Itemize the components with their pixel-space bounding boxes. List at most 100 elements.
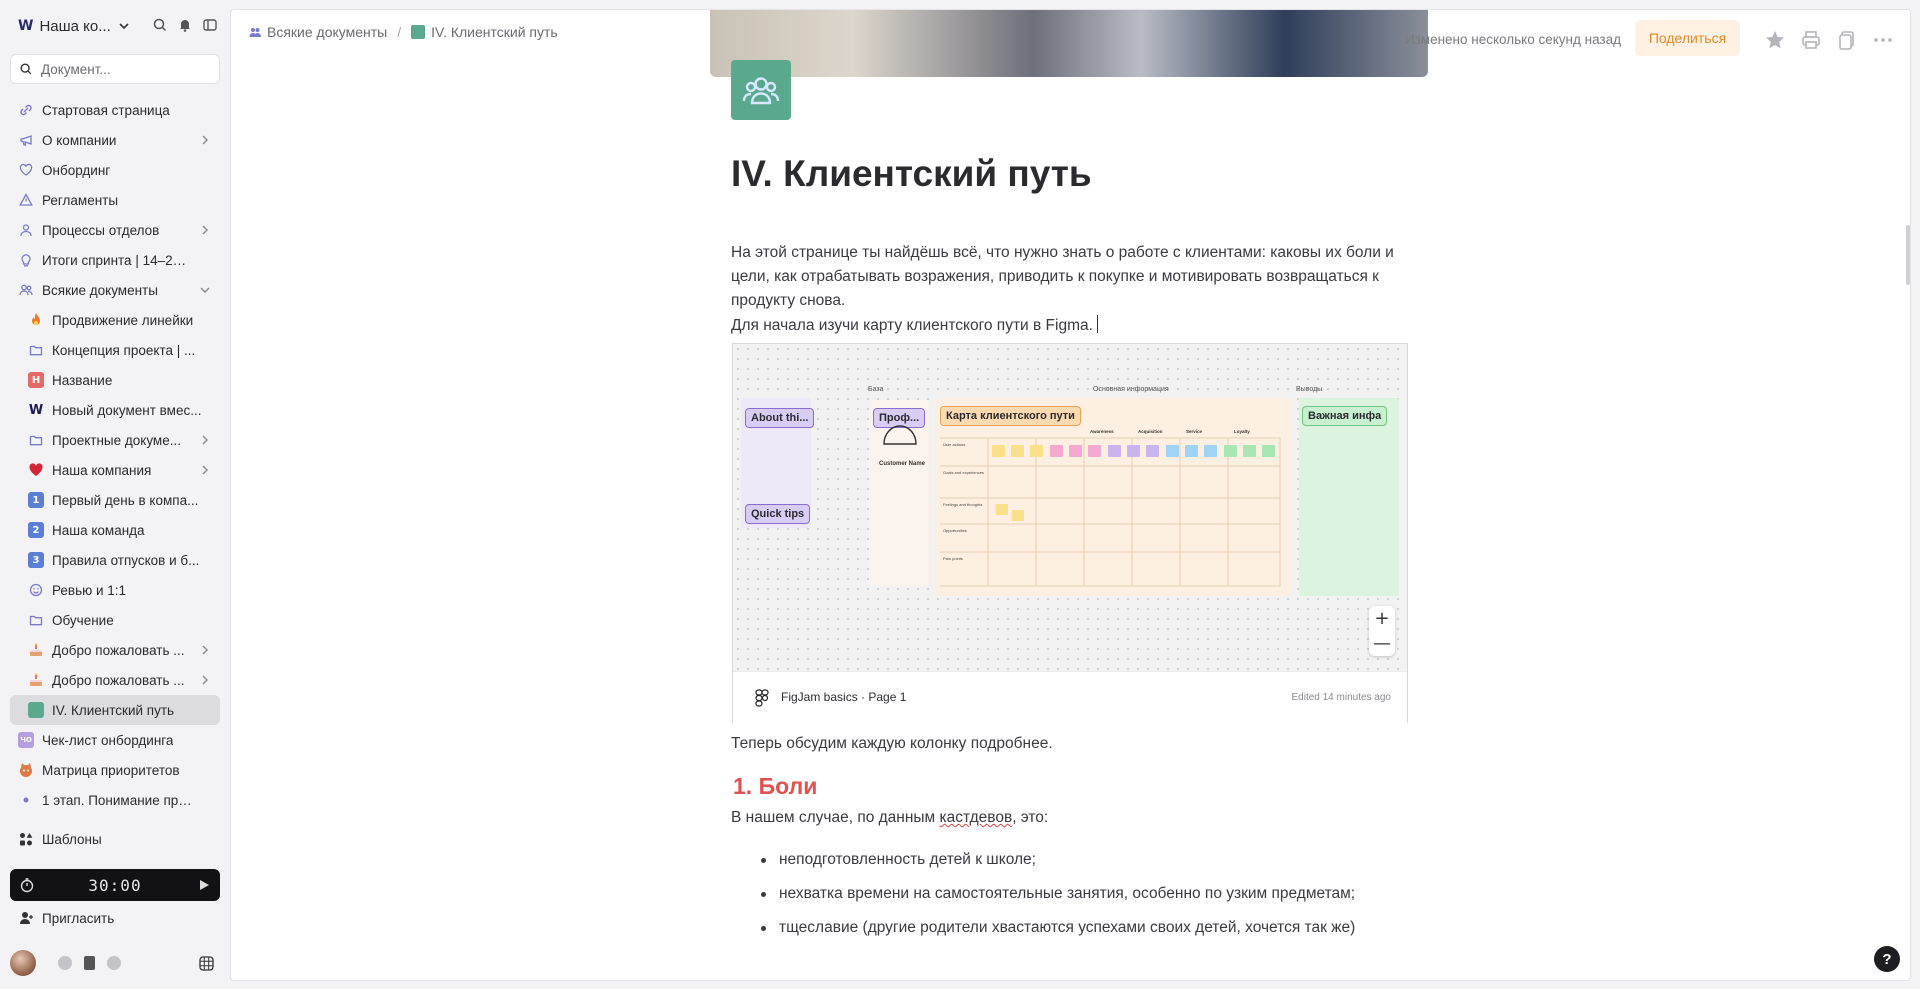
sidebar-item[interactable]: Проектные докуме... (10, 425, 220, 455)
sidebar-item[interactable]: О компании (10, 125, 220, 155)
pomodoro-timer[interactable]: 30:00 (10, 869, 220, 901)
chevron-down-icon[interactable] (198, 283, 212, 297)
sidebar-item-label: Концепция проекта | ... (52, 342, 196, 358)
sidebar-item[interactable]: Матрица приоритетов (10, 755, 220, 785)
sidebar-item[interactable]: W Новый документ вмес... (10, 395, 220, 425)
chevron-right-icon[interactable] (198, 133, 212, 147)
lead-text: В нашем случае, по данным (731, 809, 940, 826)
spellcheck-word[interactable]: кастдевов (940, 809, 1013, 826)
zoom-controls: + — (1369, 606, 1395, 656)
sidebar-item[interactable]: H Название (10, 365, 220, 395)
section-title-base: База (868, 386, 884, 393)
sidebar-item[interactable]: Продвижение линейки (10, 305, 220, 335)
apps-grid-icon[interactable] (199, 956, 214, 971)
sidebar-item[interactable]: 3 Правила отпусков и б... (10, 545, 220, 575)
chevron-right-icon[interactable] (198, 463, 212, 477)
list-item[interactable]: неподготовленность детей к школе; (731, 848, 1411, 872)
sidebar-item[interactable]: Ревью и 1:1 (10, 575, 220, 605)
figjam-canvas[interactable]: База Основная информация Выводы About th… (733, 344, 1407, 671)
chevron-right-icon[interactable] (198, 673, 212, 687)
conclusions-panel (1299, 398, 1399, 596)
after-embed-paragraph[interactable]: Теперь обсудим каждую колонку подробнее. (731, 732, 1053, 756)
chevron-right-icon[interactable] (198, 433, 212, 447)
sidebar-item[interactable]: Добро пожаловать ... (10, 635, 220, 665)
scrollbar[interactable] (1906, 225, 1910, 285)
sidebar-item[interactable]: Всякие документы (10, 275, 220, 305)
sidebar-item[interactable]: Регламенты (10, 185, 220, 215)
templates-link[interactable]: Шаблоны (18, 831, 102, 847)
figma-paragraph[interactable]: Для начала изучи карту клиентского пути … (731, 314, 1098, 338)
copy-icon[interactable] (1836, 29, 1858, 51)
sidebar-item[interactable]: 2 Наша команда (10, 515, 220, 545)
stopwatch-icon (20, 878, 34, 893)
section-title-conclusions: Выводы (1296, 386, 1323, 393)
more-icon[interactable] (1872, 29, 1894, 51)
breadcrumb-parent[interactable]: Всякие документы (267, 24, 387, 40)
section-heading-pains[interactable]: 1. Боли (733, 773, 817, 800)
invite-label: Пригласить (42, 910, 115, 926)
sidebar-item[interactable]: 1 Первый день в компа... (10, 485, 220, 515)
sidebar-item[interactable]: Итоги спринта | 14–28 и... (10, 245, 220, 275)
letter-h-icon: H (28, 372, 44, 388)
workspace-switcher[interactable]: W Наша ко... (18, 14, 131, 38)
print-icon[interactable] (1800, 29, 1822, 51)
document-icon[interactable] (84, 956, 95, 970)
sidebar-item[interactable]: Онбординг (10, 155, 220, 185)
templates-label: Шаблоны (42, 831, 102, 847)
zoom-out-button[interactable]: — (1373, 633, 1391, 654)
sidebar-item[interactable]: Стартовая страница (10, 95, 220, 125)
avatar[interactable] (10, 950, 36, 976)
sidebar-item[interactable]: Обучение (10, 605, 220, 635)
bell-icon[interactable] (177, 17, 193, 33)
number-1-icon: 1 (28, 492, 44, 508)
intro-paragraph[interactable]: На этой странице ты найдёшь всё, что нуж… (731, 241, 1411, 313)
save-status: Изменено несколько секунд назад (1404, 32, 1621, 47)
figjam-embed[interactable]: База Основная информация Выводы About th… (732, 343, 1408, 723)
sidebar-item[interactable]: ЧО Чек-лист онбординга (10, 725, 220, 755)
sidebar-toggle-icon[interactable] (202, 17, 218, 33)
sidebar-item-label: Наша команда (52, 522, 145, 538)
chevron-right-icon[interactable] (198, 643, 212, 657)
zoom-in-button[interactable]: + (1374, 608, 1389, 629)
sidebar-item[interactable]: IV. Клиентский путь (10, 695, 220, 725)
star-icon[interactable] (1764, 29, 1786, 51)
check-circle-icon[interactable] (58, 956, 72, 970)
pains-lead-paragraph[interactable]: В нашем случае, по данным кастдевов, это… (731, 806, 1048, 830)
invite-button[interactable]: Пригласить (18, 910, 114, 926)
customer-name-label: Customer Name (879, 461, 926, 467)
w-logo-icon: W (28, 402, 44, 418)
sidebar-item-label: Матрица приоритетов (42, 762, 180, 778)
list-item[interactable]: нехватка времени на самостоятельные заня… (731, 882, 1411, 906)
sidebar-item[interactable]: Наша компания (10, 455, 220, 485)
people-icon (742, 77, 780, 105)
row-label: User actions (943, 442, 965, 447)
embed-edited-time: Edited 14 minutes ago (1291, 692, 1391, 703)
journey-map-grid: Awareness Acquisition Service Loyalty User a… (940, 429, 1281, 587)
list-item[interactable]: тщеславие (другие родители хвастаются ус… (731, 916, 1411, 940)
embed-file-name[interactable]: FigJam basics · Page 1 (781, 690, 906, 704)
checklist-badge-icon: ЧО (18, 732, 34, 748)
search-icon[interactable] (152, 17, 168, 33)
sidebar-item-label: О компании (42, 132, 117, 148)
page-title[interactable]: IV. Клиентский путь (731, 153, 1092, 195)
sidebar-item[interactable]: 1 этап. Понимание прои... (10, 785, 220, 815)
pie-icon[interactable] (107, 956, 121, 970)
sticky-note (996, 504, 1008, 515)
play-icon[interactable] (197, 878, 211, 892)
share-button[interactable]: Поделиться (1635, 20, 1740, 56)
section-title-main: Основная информация (1093, 386, 1169, 393)
document-icon[interactable] (731, 60, 791, 120)
cake-icon (28, 672, 44, 688)
search-input[interactable]: Документ... (10, 54, 220, 84)
help-button[interactable]: ? (1874, 946, 1900, 972)
sidebar-item-label: Название (52, 372, 113, 388)
breadcrumb-current[interactable]: IV. Клиентский путь (431, 24, 558, 40)
user-icon (18, 222, 34, 238)
cake-icon (28, 642, 44, 658)
sidebar: W Наша ко... Документ... Стартовая стран… (0, 0, 230, 989)
sidebar-item[interactable]: Добро пожаловать ... (10, 665, 220, 695)
link-icon (18, 102, 34, 118)
sidebar-item[interactable]: Концепция проекта | ... (10, 335, 220, 365)
chevron-right-icon[interactable] (198, 223, 212, 237)
sidebar-item[interactable]: Процессы отделов (10, 215, 220, 245)
